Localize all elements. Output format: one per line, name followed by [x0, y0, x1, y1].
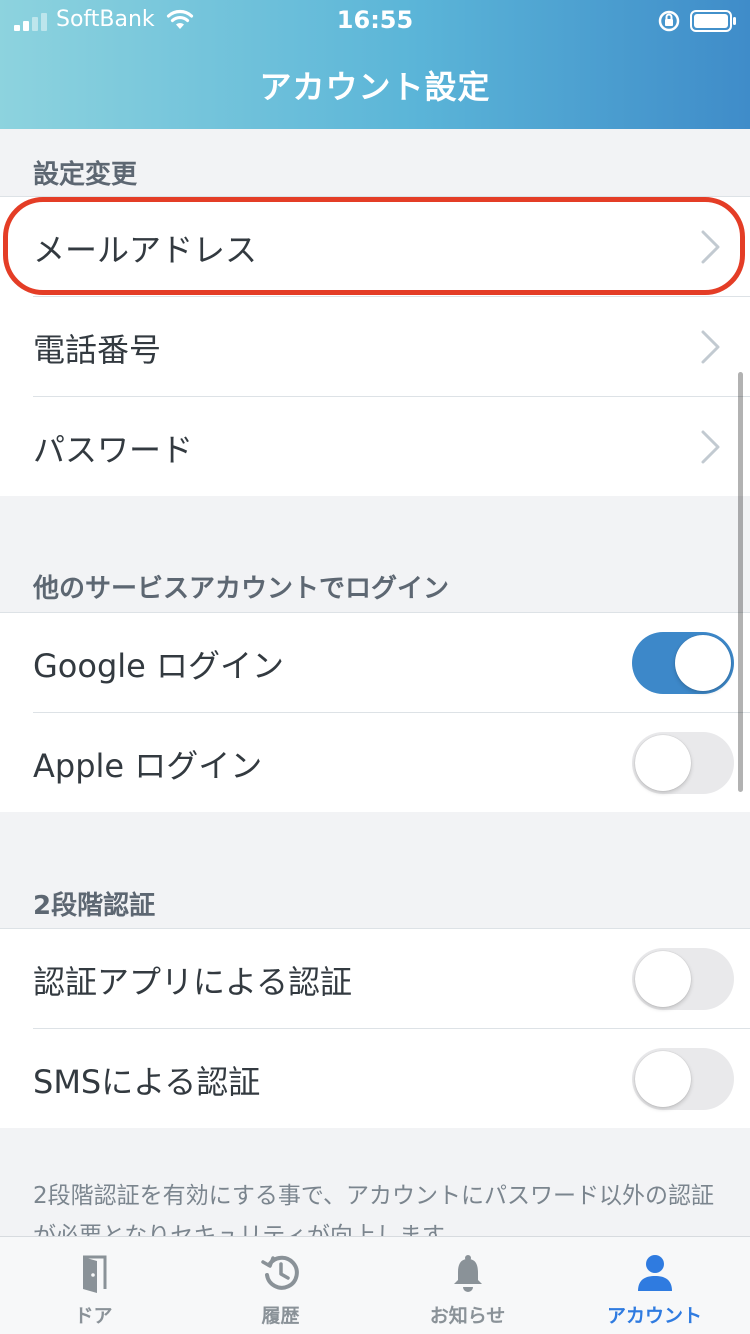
- tab-account[interactable]: アカウント: [561, 1237, 748, 1334]
- google-login-row: Google ログイン: [0, 613, 750, 713]
- tab-notifications[interactable]: お知らせ: [374, 1237, 561, 1334]
- section-header-two-factor: 2段階認証: [33, 891, 156, 921]
- password-row[interactable]: パスワード: [0, 397, 750, 497]
- tab-door-label: ドア: [74, 1305, 113, 1327]
- email-address-label: メールアドレス: [33, 231, 258, 269]
- status-time: 16:55: [336, 6, 414, 34]
- settings-change-list: メールアドレス 電話番号 パスワード: [0, 196, 750, 496]
- apple-login-toggle[interactable]: [632, 732, 734, 794]
- person-icon: [637, 1255, 672, 1291]
- door-icon: [82, 1255, 106, 1293]
- tab-door[interactable]: ドア: [0, 1237, 187, 1334]
- bell-icon: [453, 1255, 482, 1292]
- scroll-indicator[interactable]: [738, 372, 743, 792]
- tab-bar: ドア 履歴 お知らせ アカウント: [0, 1236, 750, 1334]
- google-login-toggle[interactable]: [632, 632, 734, 694]
- tab-history[interactable]: 履歴: [187, 1237, 374, 1334]
- status-bar: SoftBank 16:55: [0, 0, 750, 40]
- phone-number-label: 電話番号: [33, 331, 162, 369]
- apple-login-label: Apple ログイン: [33, 747, 263, 785]
- tab-account-label: アカウント: [606, 1305, 702, 1327]
- authenticator-app-label: 認証アプリによる認証: [33, 963, 353, 1001]
- section-header-change-settings: 設定変更: [33, 160, 138, 190]
- chevron-right-icon: [701, 230, 720, 264]
- chevron-right-icon: [701, 330, 720, 364]
- sms-auth-toggle[interactable]: [632, 1048, 734, 1110]
- phone-number-row[interactable]: 電話番号: [0, 297, 750, 397]
- social-login-list: Google ログイン Apple ログイン: [0, 612, 750, 812]
- tab-history-label: 履歴: [261, 1305, 300, 1327]
- authenticator-app-toggle[interactable]: [632, 948, 734, 1010]
- sms-auth-label: SMSによる認証: [33, 1063, 261, 1101]
- page-title: アカウント設定: [259, 68, 491, 106]
- battery-icon: [690, 10, 736, 32]
- app-header: SoftBank 16:55 アカウント設定: [0, 0, 750, 129]
- two-factor-list: 認証アプリによる認証 SMSによる認証: [0, 928, 750, 1128]
- apple-login-row: Apple ログイン: [0, 713, 750, 813]
- email-address-row[interactable]: メールアドレス: [0, 197, 750, 297]
- sms-auth-row: SMSによる認証: [0, 1029, 750, 1129]
- authenticator-app-row: 認証アプリによる認証: [0, 929, 750, 1029]
- history-icon: [260, 1255, 299, 1290]
- rotation-lock-icon: [658, 10, 680, 32]
- tab-notifications-label: お知らせ: [429, 1305, 506, 1327]
- section-header-social-login: 他のサービスアカウントでログイン: [33, 574, 450, 604]
- chevron-right-icon: [701, 430, 720, 464]
- password-label: パスワード: [33, 431, 194, 469]
- google-login-label: Google ログイン: [33, 647, 285, 685]
